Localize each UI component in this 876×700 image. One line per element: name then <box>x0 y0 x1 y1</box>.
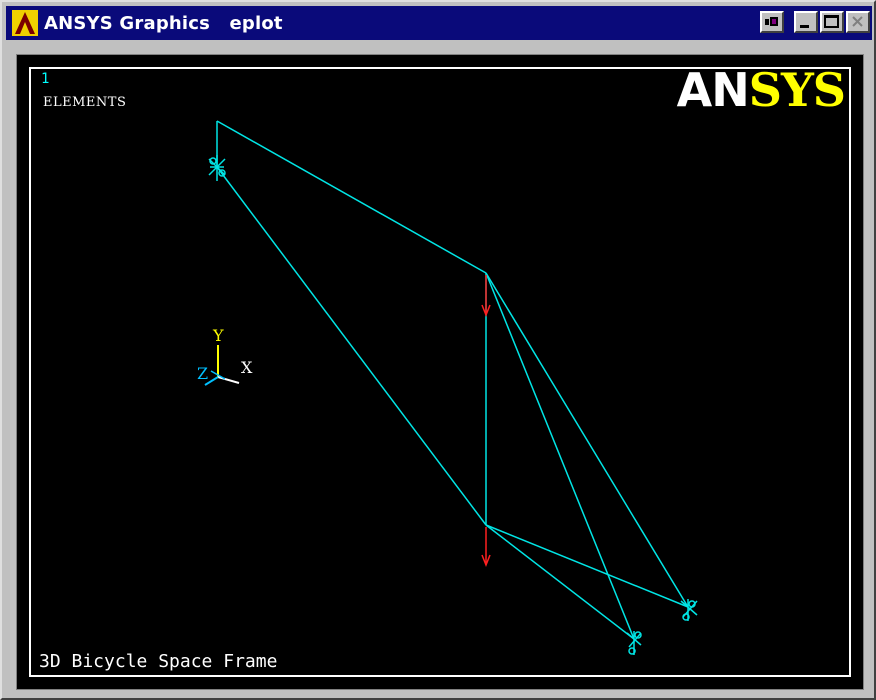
close-icon <box>852 16 863 27</box>
support-symbol <box>208 155 226 181</box>
element-line <box>485 272 689 608</box>
minimize-icon <box>800 25 809 28</box>
triad-z-label: Z <box>197 364 208 383</box>
triad-x-label: X <box>241 358 253 377</box>
window-title: ANSYS Graphics eplot <box>44 12 283 34</box>
plot-title: 3D Bicycle Space Frame <box>39 651 278 672</box>
title-bar-buttons <box>758 11 870 33</box>
element-line <box>485 272 635 640</box>
maximize-button[interactable] <box>820 11 844 33</box>
force-arrow <box>481 527 491 568</box>
coordinate-triad: Y X Z <box>197 326 253 386</box>
ansys-graphics-window: ANSYS Graphics eplot 1 ELEMENTS ANSYS Y … <box>0 0 876 700</box>
restore-toggle-button[interactable] <box>760 11 784 33</box>
title-bar[interactable]: ANSYS Graphics eplot <box>6 6 872 40</box>
maximize-icon <box>824 15 839 28</box>
element-line <box>485 524 635 640</box>
close-button[interactable] <box>846 11 870 33</box>
support-symbol <box>626 631 642 655</box>
element-line <box>485 524 689 608</box>
triad-y-label: Y <box>212 326 224 345</box>
minimize-button[interactable] <box>794 11 818 33</box>
ansys-logo-icon <box>12 10 38 36</box>
frame-model: Y X Z <box>197 120 698 655</box>
frame-elements <box>216 120 689 640</box>
element-line <box>216 166 487 526</box>
support-symbol <box>680 599 698 621</box>
restore-toggle-icon <box>765 17 778 26</box>
graphics-viewport[interactable]: 1 ELEMENTS ANSYS Y X Z 3D Bicycle Space … <box>16 54 864 690</box>
element-line <box>216 120 487 274</box>
